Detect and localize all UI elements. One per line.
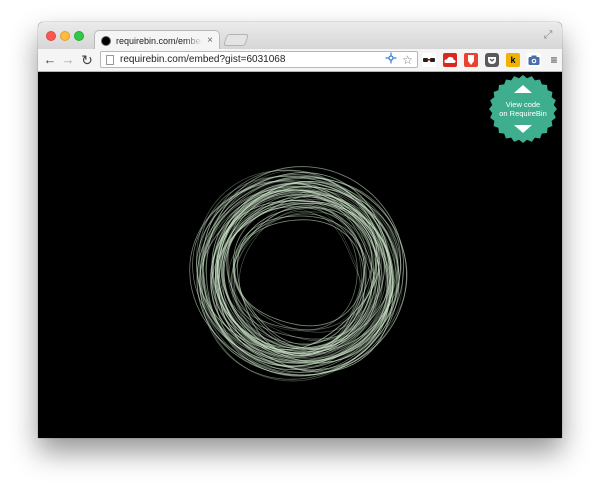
ring-strand (232, 205, 362, 349)
camera-icon[interactable] (527, 53, 541, 67)
browser-window: requirebin.com/embed?gi × ⤢ ← → ↻ requir… (38, 22, 562, 438)
new-tab-button[interactable] (223, 34, 249, 46)
ring-strand (233, 219, 364, 327)
ghostery-icon[interactable] (422, 53, 436, 67)
zoom-window-button[interactable] (74, 31, 84, 41)
window-controls (46, 31, 84, 41)
fullscreen-icon[interactable]: ⤢ (542, 29, 554, 41)
ring-artwork (189, 166, 408, 382)
extensions-bar: k ≡ (422, 52, 560, 68)
badge-arrow-down-icon (488, 124, 558, 137)
badge-line-1: View code (505, 100, 541, 109)
view-code-badge[interactable]: View code on RequireBin (488, 74, 558, 144)
bookmark-star-icon[interactable]: ☆ (402, 54, 413, 66)
minimize-window-button[interactable] (60, 31, 70, 41)
browser-toolbar: ← → ↻ requirebin.com/embed?gist=6031068 … (38, 49, 562, 72)
address-bar-url[interactable]: requirebin.com/embed?gist=6031068 (120, 54, 385, 65)
forward-button[interactable]: → (60, 52, 76, 68)
k-icon[interactable]: k (506, 53, 520, 67)
tab-strip: requirebin.com/embed?gi × ⤢ (38, 22, 562, 50)
tab-close-icon[interactable]: × (207, 35, 213, 46)
address-bar[interactable]: requirebin.com/embed?gist=6031068 ☆ (100, 51, 418, 68)
favicon-icon (101, 35, 111, 46)
back-button[interactable]: ← (42, 52, 58, 68)
pocket-icon[interactable] (485, 53, 499, 67)
reload-button[interactable]: ↻ (79, 52, 95, 68)
tab-active[interactable]: requirebin.com/embed?gi × (94, 30, 220, 50)
close-window-button[interactable] (46, 31, 56, 41)
page-content: View code on RequireBin (38, 72, 562, 438)
tab-title: requirebin.com/embed?gi (116, 35, 202, 46)
network-icon[interactable] (385, 52, 397, 67)
ring-strands (189, 166, 408, 382)
menu-icon[interactable]: ≡ (548, 53, 560, 67)
lastpass-icon[interactable] (464, 53, 478, 67)
badge-line-2: on RequireBin (499, 109, 547, 118)
cloud-icon[interactable] (443, 53, 457, 67)
badge-arrow-up-icon (488, 84, 558, 97)
page-icon (106, 54, 114, 65)
